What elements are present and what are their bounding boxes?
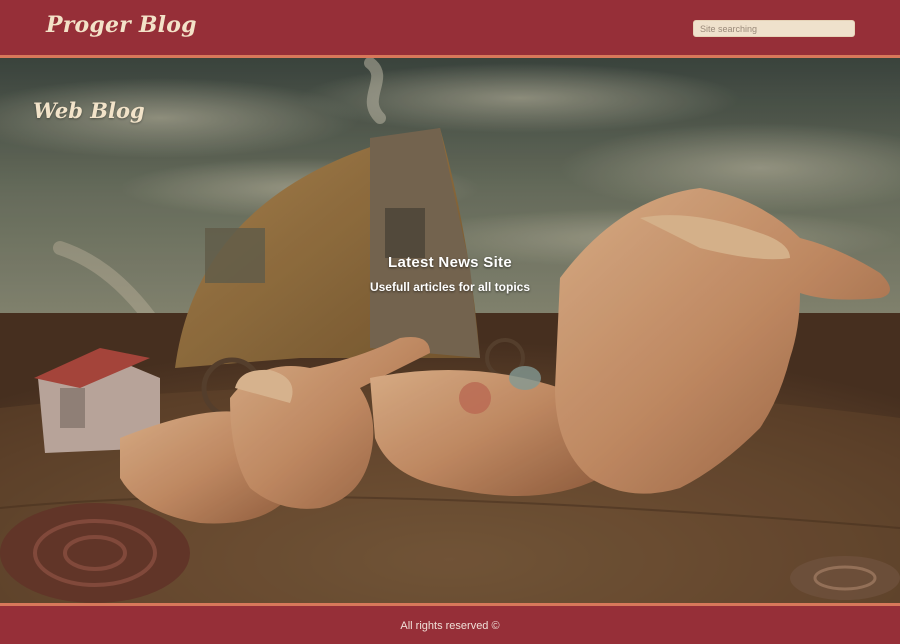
search-input[interactable] xyxy=(693,20,855,37)
hero-blog-title: Web Blog xyxy=(33,98,145,123)
copyright-text: All rights reserved © xyxy=(400,620,500,632)
hero-background-image xyxy=(0,58,900,603)
site-logo[interactable]: Proger Blog xyxy=(46,12,197,38)
hero-banner: Web Blog Latest News Site Usefull articl… xyxy=(0,58,900,603)
site-header: Proger Blog xyxy=(0,0,900,58)
hero-subline: Usefull articles for all topics xyxy=(369,280,531,294)
site-footer: All rights reserved © xyxy=(0,603,900,644)
hero-headline: Latest News Site xyxy=(387,254,512,271)
page: Proger Blog Site searching Web Blog Late… xyxy=(0,0,900,644)
